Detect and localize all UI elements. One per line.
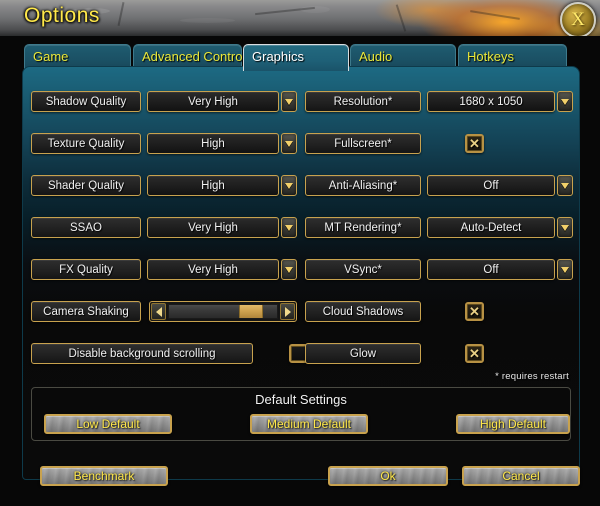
chevron-down-icon[interactable] xyxy=(557,91,573,112)
setting-label: Camera Shaking xyxy=(31,301,141,322)
ok-button[interactable]: Ok xyxy=(328,466,448,486)
graphics-settings-panel: Shadow Quality Very High Texture Quality… xyxy=(22,66,580,480)
setting-row-mt-rendering: MT Rendering* Auto-Detect xyxy=(305,217,573,238)
setting-row-anti-aliasing: Anti-Aliasing* Off xyxy=(305,175,573,196)
setting-label: Anti-Aliasing* xyxy=(305,175,421,196)
glow-checkbox[interactable]: ✕ xyxy=(465,344,484,363)
setting-row-disable-background-scrolling: Disable background scrolling xyxy=(31,343,311,364)
setting-row-shadow-quality: Shadow Quality Very High xyxy=(31,91,297,112)
fullscreen-checkbox[interactable]: ✕ xyxy=(465,134,484,153)
tab-graphics[interactable]: Graphics xyxy=(243,44,349,71)
slider-left-arrow-icon[interactable] xyxy=(151,303,166,320)
chevron-down-icon[interactable] xyxy=(281,91,297,112)
chevron-down-icon[interactable] xyxy=(281,259,297,280)
chevron-down-icon[interactable] xyxy=(281,133,297,154)
page-title: Options xyxy=(24,4,100,27)
slider-right-arrow-icon[interactable] xyxy=(280,303,295,320)
shadow-quality-dropdown[interactable]: Very High xyxy=(147,91,279,112)
setting-row-ssao: SSAO Very High xyxy=(31,217,297,238)
setting-row-glow: Glow ✕ xyxy=(305,343,573,364)
medium-default-button[interactable]: Medium Default xyxy=(250,414,368,434)
default-settings-group: Default Settings Low Default Medium Defa… xyxy=(31,387,571,441)
default-settings-title: Default Settings xyxy=(255,392,347,407)
slider-track[interactable] xyxy=(168,304,278,319)
title-bar: Options X xyxy=(0,0,600,36)
chevron-down-icon[interactable] xyxy=(557,175,573,196)
chevron-down-icon[interactable] xyxy=(557,217,573,238)
anti-aliasing-dropdown[interactable]: Off xyxy=(427,175,555,196)
chevron-down-icon[interactable] xyxy=(557,259,573,280)
tab-label: Hotkeys xyxy=(467,49,514,64)
ssao-dropdown[interactable]: Very High xyxy=(147,217,279,238)
shader-quality-dropdown[interactable]: High xyxy=(147,175,279,196)
setting-label: Texture Quality xyxy=(31,133,141,154)
cancel-button[interactable]: Cancel xyxy=(462,466,580,486)
vsync-dropdown[interactable]: Off xyxy=(427,259,555,280)
setting-label: SSAO xyxy=(31,217,141,238)
tab-label: Audio xyxy=(359,49,393,64)
benchmark-button[interactable]: Benchmark xyxy=(40,466,168,486)
setting-label: VSync* xyxy=(305,259,421,280)
setting-row-vsync: VSync* Off xyxy=(305,259,573,280)
tab-label: Advanced Controls xyxy=(142,49,252,64)
setting-label: Shader Quality xyxy=(31,175,141,196)
requires-restart-note: * requires restart xyxy=(495,371,569,382)
setting-row-resolution: Resolution* 1680 x 1050 xyxy=(305,91,573,112)
texture-quality-dropdown[interactable]: High xyxy=(147,133,279,154)
high-default-button[interactable]: High Default xyxy=(456,414,570,434)
setting-row-texture-quality: Texture Quality High xyxy=(31,133,297,154)
setting-row-cloud-shadows: Cloud Shadows ✕ xyxy=(305,301,573,322)
setting-row-shader-quality: Shader Quality High xyxy=(31,175,297,196)
low-default-button[interactable]: Low Default xyxy=(44,414,172,434)
setting-label: Shadow Quality xyxy=(31,91,141,112)
action-bar: Benchmark Ok Cancel xyxy=(22,462,580,496)
slider-handle[interactable] xyxy=(238,305,263,318)
close-icon-glyph: X xyxy=(571,9,585,30)
close-icon[interactable]: X xyxy=(560,2,596,36)
setting-label: Cloud Shadows xyxy=(305,301,421,322)
setting-row-fx-quality: FX Quality Very High xyxy=(31,259,297,280)
disable-background-scrolling-button[interactable]: Disable background scrolling xyxy=(31,343,253,364)
tab-label: Graphics xyxy=(252,49,305,64)
fx-quality-dropdown[interactable]: Very High xyxy=(147,259,279,280)
setting-label: Resolution* xyxy=(305,91,421,112)
setting-label: FX Quality xyxy=(31,259,141,280)
checkbox-glyph: ✕ xyxy=(469,304,480,319)
setting-row-camera-shaking: Camera Shaking xyxy=(31,301,297,322)
tab-label: Game xyxy=(33,49,69,64)
mt-rendering-dropdown[interactable]: Auto-Detect xyxy=(427,217,555,238)
resolution-dropdown[interactable]: 1680 x 1050 xyxy=(427,91,555,112)
chevron-down-icon[interactable] xyxy=(281,175,297,196)
checkbox-glyph: ✕ xyxy=(469,136,480,151)
options-dialog: Options X Game Advanced Controls Graphic… xyxy=(0,0,600,506)
setting-label: Fullscreen* xyxy=(305,133,421,154)
checkbox-glyph: ✕ xyxy=(469,346,480,361)
setting-row-fullscreen: Fullscreen* ✕ xyxy=(305,133,573,154)
camera-shaking-slider[interactable] xyxy=(149,301,297,322)
cloud-shadows-checkbox[interactable]: ✕ xyxy=(465,302,484,321)
setting-label: Glow xyxy=(305,343,421,364)
chevron-down-icon[interactable] xyxy=(281,217,297,238)
setting-label: MT Rendering* xyxy=(305,217,421,238)
